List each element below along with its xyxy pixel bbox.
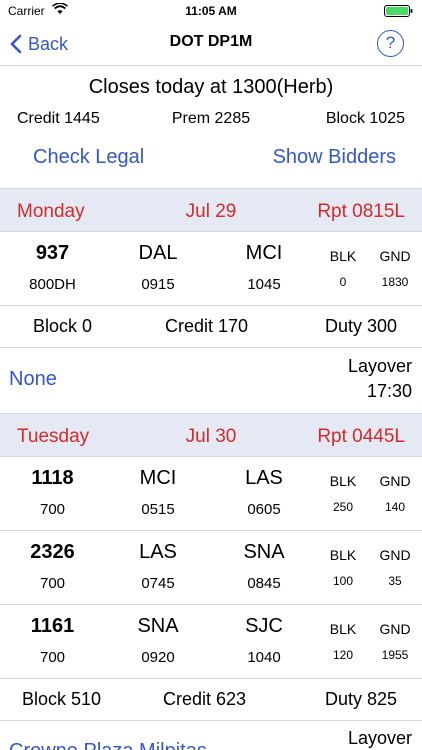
status-time: 11:05 AM xyxy=(185,4,237,18)
equipment: 800DH xyxy=(29,276,76,293)
totals-block: Block 510 xyxy=(22,689,102,709)
layover-label: Layover xyxy=(347,356,412,376)
departure-time: 0915 xyxy=(141,276,175,293)
layover-row: None Layover 17:30 xyxy=(0,348,422,414)
blk-label: BLK xyxy=(329,473,357,489)
hotel-link[interactable]: Crowne Plaza Milpitas xyxy=(9,740,207,750)
blk-label: BLK xyxy=(329,621,357,637)
gnd-label: GND xyxy=(379,621,411,637)
equipment: 700 xyxy=(39,501,66,518)
departure-time: 0920 xyxy=(141,649,175,666)
layover-row: Crowne Plaza Milpitas Layover xyxy=(0,721,422,750)
flight-number: 1161 xyxy=(30,615,75,637)
flight-number: 1118 xyxy=(31,467,74,489)
blk-value: 250 xyxy=(332,500,354,514)
totals-credit: Credit 170 xyxy=(165,316,249,336)
equipment: 700 xyxy=(39,649,66,666)
totals-credit: Credit 623 xyxy=(163,689,247,709)
hotel-link[interactable]: None xyxy=(9,368,57,391)
totals-duty: Duty 300 xyxy=(324,316,397,336)
show-bidders-button[interactable]: Show Bidders xyxy=(273,146,396,169)
day-totals: Block 510 Credit 623 Duty 825 xyxy=(0,679,422,721)
day-header-tuesday: Tuesday Jul 30 Rpt 0445L xyxy=(0,413,422,457)
gnd-label: GND xyxy=(379,473,411,489)
gnd-label: GND xyxy=(379,547,411,563)
arrival-airport: SNA xyxy=(243,541,285,563)
blk-value: 0 xyxy=(339,275,347,289)
summary-block: Block 1025 xyxy=(325,110,405,127)
gnd-value: 1955 xyxy=(381,648,409,662)
arrival-airport: LAS xyxy=(245,467,283,489)
navigation-bar: Back DOT DP1M ? xyxy=(0,22,422,66)
arrival-time: 0605 xyxy=(247,501,281,518)
help-button[interactable]: ? xyxy=(377,30,404,57)
departure-airport: SNA xyxy=(137,615,179,637)
blk-value: 100 xyxy=(332,574,354,588)
flight-row[interactable]: 937 800DH DAL 0915 MCI 1045 BLK 0 GND 18… xyxy=(0,232,422,306)
totals-block: Block 0 xyxy=(33,316,93,336)
report-time: Rpt 0815L xyxy=(317,201,405,222)
gnd-value: 1830 xyxy=(381,275,409,289)
departure-time: 0745 xyxy=(141,575,175,592)
layover-label: Layover xyxy=(347,728,412,748)
arrival-airport: MCI xyxy=(245,242,283,264)
departure-airport: LAS xyxy=(139,541,177,563)
blk-label: BLK xyxy=(329,248,357,264)
arrival-time: 0845 xyxy=(247,575,281,592)
day-totals: Block 0 Credit 170 Duty 300 xyxy=(0,306,422,348)
page-title: DOT DP1M xyxy=(169,33,253,50)
arrival-time: 1040 xyxy=(247,649,281,666)
day-header-monday: Monday Jul 29 Rpt 0815L xyxy=(0,188,422,232)
flight-number: 2326 xyxy=(30,541,75,563)
blk-label: BLK xyxy=(329,547,357,563)
gnd-value: 35 xyxy=(388,574,402,588)
departure-airport: DAL xyxy=(138,242,178,264)
check-legal-button[interactable]: Check Legal xyxy=(33,146,144,169)
equipment: 700 xyxy=(39,575,66,592)
departure-airport: MCI xyxy=(139,467,177,489)
flight-row[interactable]: 2326 700 LAS 0745 SNA 0845 BLK 100 GND 3… xyxy=(0,531,422,605)
departure-time: 0515 xyxy=(141,501,175,518)
arrival-time: 1045 xyxy=(247,276,281,293)
battery-icon xyxy=(384,5,414,17)
closes-text: Closes today at 1300(Herb) xyxy=(88,76,334,98)
gnd-value: 140 xyxy=(384,500,406,514)
layover-time: 17:30 xyxy=(366,381,412,401)
flight-row[interactable]: 1118 700 MCI 0515 LAS 0605 BLK 250 GND 1… xyxy=(0,457,422,531)
arrival-airport: SJC xyxy=(245,615,283,637)
status-bar: Carrier 11:05 AM xyxy=(0,0,422,22)
totals-duty: Duty 825 xyxy=(324,689,397,709)
gnd-label: GND xyxy=(379,248,411,264)
report-time: Rpt 0445L xyxy=(317,426,405,447)
flight-number: 937 xyxy=(35,242,70,264)
flight-row[interactable]: 1161 700 SNA 0920 SJC 1040 BLK 120 GND 1… xyxy=(0,605,422,679)
blk-value: 120 xyxy=(332,648,354,662)
